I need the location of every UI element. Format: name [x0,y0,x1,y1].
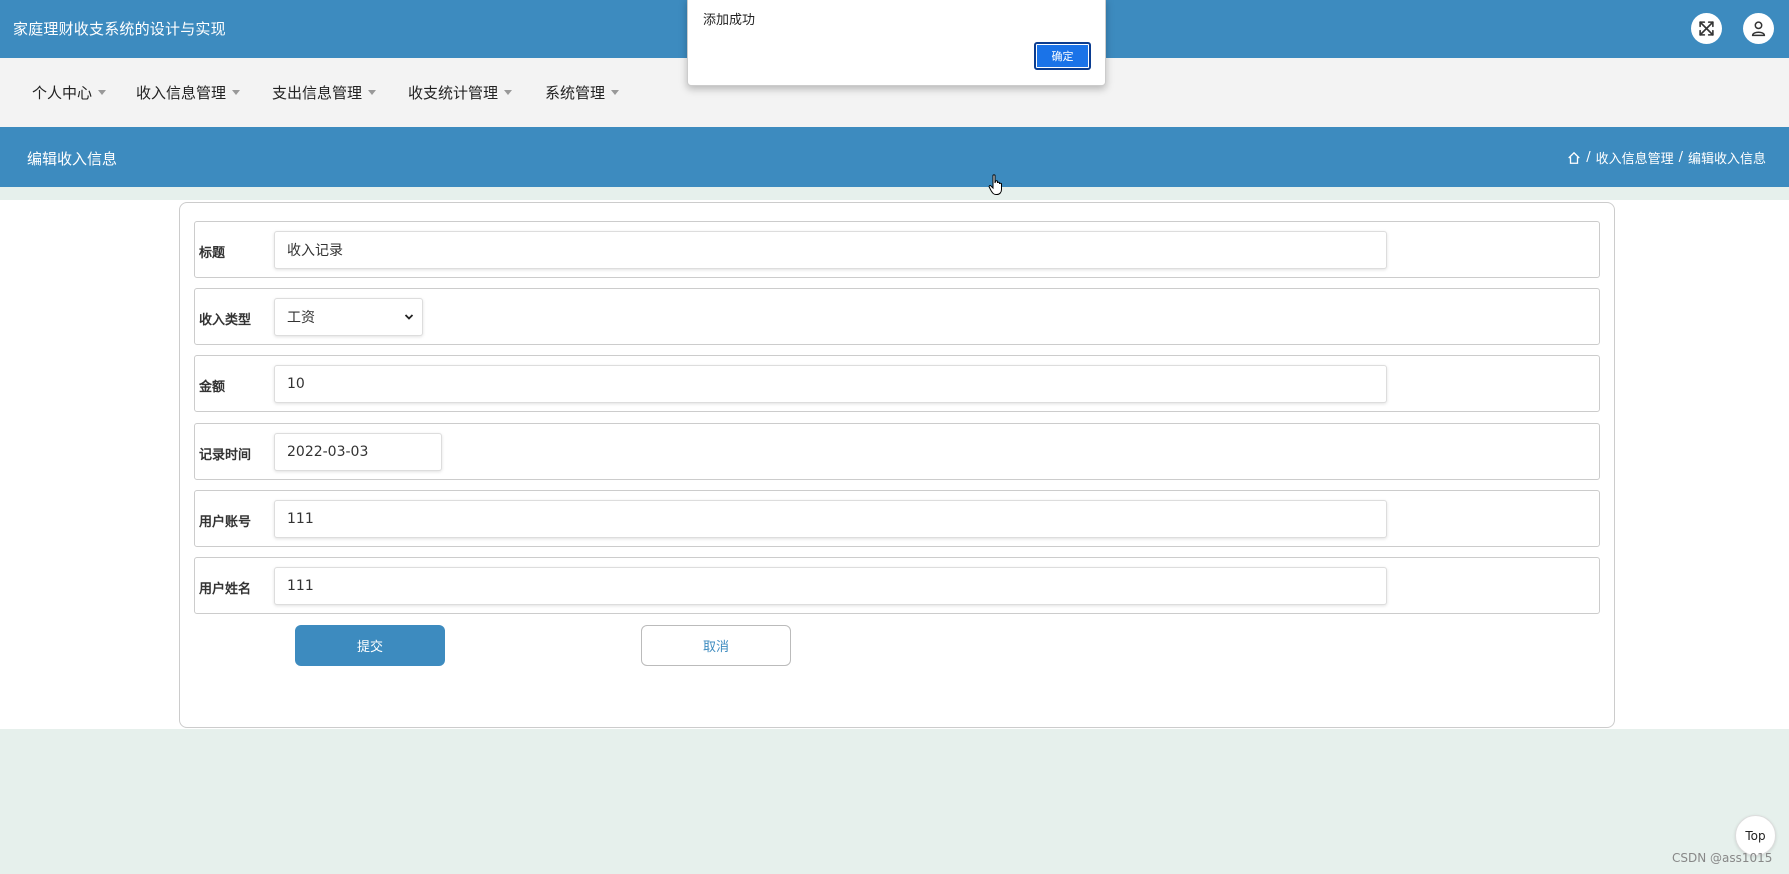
alert-dialog: 添加成功 确定 [687,0,1106,86]
record-time-input[interactable]: 2022-03-03 [274,433,442,471]
nav-item-statistics-management[interactable]: 收支统计管理 [408,82,513,103]
caret-down-icon [232,90,241,95]
chevron-down-icon [404,314,414,320]
user-name-label: 用户姓名 [199,582,252,597]
caret-down-icon [368,90,377,95]
cancel-button[interactable]: 取消 [641,625,791,666]
nav-item-income-management[interactable]: 收入信息管理 [136,82,241,103]
caret-down-icon [504,90,513,95]
form-row-amount: 金额 10 [194,355,1600,412]
caret-down-icon [611,90,620,95]
form-row-record-time: 记录时间 2022-03-03 [194,423,1600,480]
record-time-label: 记录时间 [199,448,252,463]
user-account-input[interactable]: 111 [274,500,1387,538]
breadcrumb-separator: / [1678,150,1683,165]
breadcrumb-edit-income: 编辑收入信息 [1687,152,1766,167]
nav-item-label: 系统管理 [545,84,606,102]
page-header: 编辑收入信息 / 收入信息管理 / 编辑收入信息 [0,127,1789,187]
breadcrumb-income-management[interactable]: 收入信息管理 [1596,148,1674,167]
nav-item-label: 个人中心 [32,84,93,102]
amount-input[interactable]: 10 [274,365,1387,403]
dialog-ok-button[interactable]: 确定 [1034,42,1091,70]
watermark: CSDN @ass1015 [1672,851,1773,865]
form-row-user-account: 用户账号 111 [194,490,1600,547]
nav-item-system-management[interactable]: 系统管理 [545,82,620,103]
nav-item-label: 收入信息管理 [136,84,227,102]
form-row-income-type: 收入类型 工资 [194,288,1600,345]
income-type-label: 收入类型 [199,313,252,328]
home-icon[interactable] [1567,151,1581,165]
form-row-user-name: 用户姓名 111 [194,557,1600,614]
form-row-title: 标题 收入记录 [194,221,1600,278]
hand-cursor-icon [988,174,1002,195]
title-label: 标题 [199,246,226,261]
scroll-top-button[interactable]: Top [1735,815,1776,856]
fullscreen-icon[interactable] [1691,13,1722,44]
breadcrumb: / 收入信息管理 / 编辑收入信息 [1567,148,1766,167]
submit-button[interactable]: 提交 [295,625,445,666]
breadcrumb-separator: / [1586,150,1591,165]
nav-item-label: 收支统计管理 [408,84,499,102]
nav-item-expense-management[interactable]: 支出信息管理 [272,82,377,103]
user-icon[interactable] [1743,13,1774,44]
user-name-input[interactable]: 111 [274,567,1387,605]
income-type-selected-value: 工资 [287,310,315,326]
nav-item-label: 支出信息管理 [272,84,363,102]
amount-label: 金额 [199,380,226,395]
caret-down-icon [98,90,107,95]
dialog-message: 添加成功 [703,13,756,28]
app-title: 家庭理财收支系统的设计与实现 [13,20,226,38]
user-account-label: 用户账号 [199,515,252,530]
nav-item-personal-center[interactable]: 个人中心 [32,82,107,103]
income-type-select[interactable]: 工资 [274,298,423,336]
title-input[interactable]: 收入记录 [274,231,1387,269]
page-title: 编辑收入信息 [27,150,118,168]
